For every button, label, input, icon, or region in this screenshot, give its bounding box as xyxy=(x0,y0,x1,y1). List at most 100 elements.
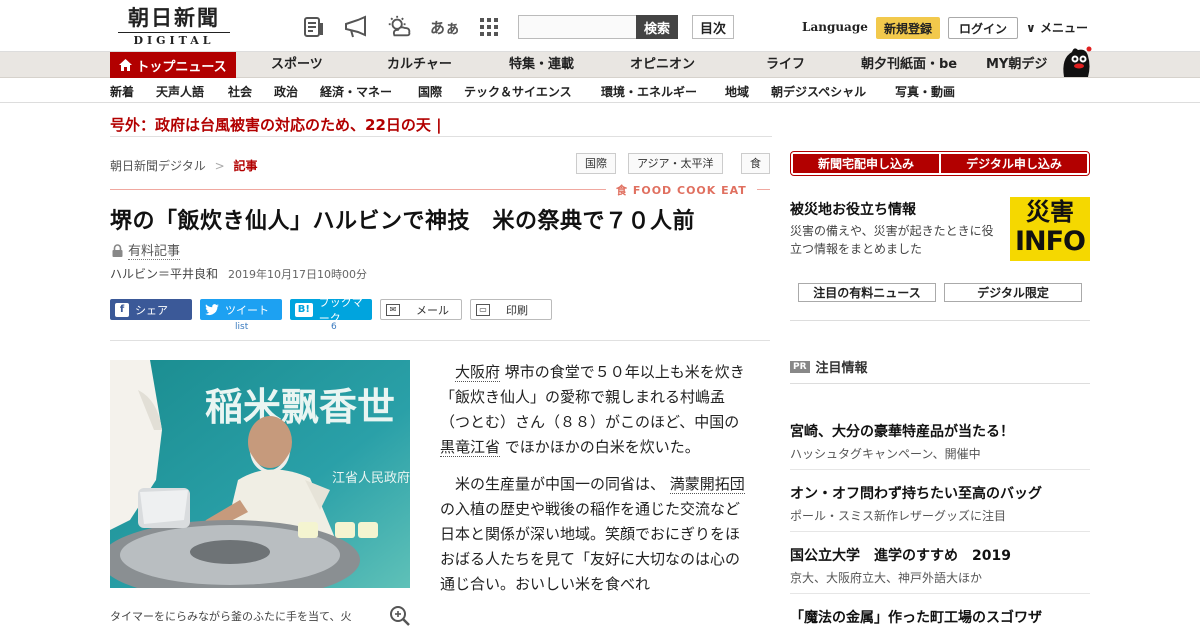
nav-item-life[interactable]: ライフ xyxy=(766,52,805,78)
divider xyxy=(110,340,770,341)
pr-item-subtitle: ポール・スミス新作レザーグッズに注目 xyxy=(790,509,1007,523)
chevron-down-icon: ∨ xyxy=(1026,21,1036,35)
subnav-item-tenseijingo[interactable]: 天声人語 xyxy=(156,83,204,100)
lock-icon xyxy=(112,243,123,257)
register-button[interactable]: 新規登録 xyxy=(876,17,940,39)
hatena-icon: B! xyxy=(295,302,313,317)
facebook-share-button[interactable]: f シェア xyxy=(110,299,192,320)
mail-icon: ✉ xyxy=(386,303,400,316)
kana-size-icon[interactable]: あぁ xyxy=(430,14,460,40)
pr-section-heading: PR 注目情報 xyxy=(790,357,868,376)
tag-asia-pacific[interactable]: アジア・太平洋 xyxy=(628,153,723,174)
divider xyxy=(110,136,772,137)
home-icon xyxy=(119,59,133,71)
subnav-item-region[interactable]: 地域 xyxy=(725,83,749,100)
divider xyxy=(790,383,1090,384)
pr-item-title: 宮崎、大分の豪華特産品が当たる！ xyxy=(790,424,1014,440)
subnav-item-tech[interactable]: テック＆サイエンス xyxy=(464,83,572,100)
mail-share-button[interactable]: ✉ メール xyxy=(380,299,462,320)
subnav-item-photo[interactable]: 写真・動画 xyxy=(895,83,955,100)
photo-banner-text: 稲米飘香世 xyxy=(205,384,395,429)
nav-item-sports[interactable]: スポーツ xyxy=(271,52,323,78)
pr-item[interactable]: 宮崎、大分の豪華特産品が当たる！ ハッシュタグキャンペーン、開催中 xyxy=(790,421,1090,462)
subnav-item-environment[interactable]: 環境・エネルギー xyxy=(601,83,697,100)
disaster-info-title[interactable]: 被災地お役立ち情報 xyxy=(790,199,916,219)
author: ハルビン＝平井良和 xyxy=(110,267,219,281)
menu-label: メニュー xyxy=(1039,21,1088,35)
nav-item-opinion[interactable]: オピニオン xyxy=(630,52,695,78)
subnav-item-special[interactable]: 朝デジスペシャル xyxy=(771,83,866,100)
byline: ハルビン＝平井良和 2019年10月17日10時00分 xyxy=(110,265,367,282)
menu-button[interactable]: ∨ メニュー xyxy=(1026,19,1088,36)
twitter-count[interactable]: list xyxy=(235,322,248,332)
megaphone-icon[interactable] xyxy=(343,14,369,40)
digital-limited-button[interactable]: デジタル限定 xyxy=(944,283,1082,302)
paid-news-button[interactable]: 注目の有料ニュース xyxy=(798,283,936,302)
keyword-link-heilongjiang[interactable]: 黒竜江省 xyxy=(440,438,501,457)
breadcrumb-separator: > xyxy=(214,159,225,173)
nav-item-my[interactable]: MY朝デジ xyxy=(986,52,1047,78)
newspaper-delivery-button[interactable]: 新聞宅配申し込み xyxy=(793,154,939,173)
login-button[interactable]: ログイン xyxy=(948,17,1018,39)
nav-item-features[interactable]: 特集・連載 xyxy=(509,52,574,78)
breadcrumb: 朝日新聞デジタル > 記事 xyxy=(110,157,258,174)
site-logo[interactable]: 朝日新聞 DIGITAL xyxy=(118,6,230,48)
disaster-info-badge[interactable]: 災害 INFO xyxy=(1010,197,1090,261)
tag-food[interactable]: 食 xyxy=(741,153,770,174)
print-label: 印刷 xyxy=(506,303,528,317)
divider xyxy=(790,531,1090,532)
breaking-news-ticker[interactable]: 号外：政府は台風被害の対応のため、22日の天 | xyxy=(110,114,442,135)
zoom-in-icon[interactable] xyxy=(389,605,411,627)
print-icon: ▭ xyxy=(476,303,490,316)
divider xyxy=(790,320,1090,321)
pr-item[interactable]: 国公立大学 進学のすすめ 2019 京大、大阪府立大、神戸外語大ほか xyxy=(790,545,1090,586)
print-button[interactable]: ▭ 印刷 xyxy=(470,299,552,320)
paragraph: 米の生産量が中国一の同省は、 満蒙開拓団 の入植の歴史や戦後の稲作を通じた交流な… xyxy=(440,472,752,597)
paragraph-text: でほかほかの白米を炊いた。 xyxy=(500,438,700,456)
pr-icon: PR xyxy=(790,360,810,373)
facebook-share-label: シェア xyxy=(135,303,168,317)
pr-item[interactable]: 「魔法の金属」作った町工場のスゴワザ xyxy=(790,607,1090,627)
language-link[interactable]: Language xyxy=(802,20,868,34)
pr-item-title: 「魔法の金属」作った町工場のスゴワザ xyxy=(790,610,1042,626)
divider xyxy=(790,593,1090,594)
breadcrumb-root[interactable]: 朝日新聞デジタル xyxy=(110,159,206,173)
nav-item-paper[interactable]: 朝夕刊紙面・be xyxy=(861,52,957,78)
article-photo[interactable]: 稲米飘香世 江省人民政府 xyxy=(110,360,410,588)
twitter-share-label: ツイート xyxy=(225,303,269,317)
search-input[interactable] xyxy=(518,15,638,39)
subnav-item-society[interactable]: 社会 xyxy=(228,83,252,100)
pr-item[interactable]: オン・オフ問わず持ちたい至高のバッグ ポール・スミス新作レザーグッズに注目 xyxy=(790,483,1090,524)
mascot-icon[interactable] xyxy=(1058,44,1092,78)
paid-article-label[interactable]: 有料記事 xyxy=(112,240,181,260)
nav-item-culture[interactable]: カルチャー xyxy=(387,52,452,78)
grid-menu-icon[interactable] xyxy=(476,14,502,40)
subnav-item-international[interactable]: 国際 xyxy=(418,83,442,100)
pr-item-subtitle: ハッシュタグキャンペーン、開催中 xyxy=(790,447,981,461)
hatena-bookmark-label: ブックマーク xyxy=(318,295,363,325)
paragraph-text: 米の生産量が中国一の同省は、 xyxy=(455,475,670,493)
search-button[interactable]: 検索 xyxy=(636,15,678,39)
logo-title: 朝日新聞 xyxy=(128,5,220,30)
site-header: 朝日新聞 DIGITAL あぁ 検索 目次 Language 新規登録 ログイン… xyxy=(0,0,1200,52)
subnav-item-politics[interactable]: 政治 xyxy=(274,83,298,100)
divider xyxy=(790,469,1090,470)
digital-subscribe-button[interactable]: デジタル申し込み xyxy=(941,154,1087,173)
tag-international[interactable]: 国際 xyxy=(576,153,616,174)
paid-label-text: 有料記事 xyxy=(128,240,181,260)
badge-line2: INFO xyxy=(1014,226,1086,257)
hatena-bookmark-button[interactable]: B! ブックマーク xyxy=(290,296,372,325)
nav-item-top-news[interactable]: トップニュース xyxy=(110,52,236,78)
food-section-label[interactable]: 食 FOOD COOK EAT xyxy=(606,182,757,198)
keyword-link-manmo[interactable]: 満蒙開拓団 xyxy=(669,475,745,494)
subnav-item-economy[interactable]: 経済・マネー xyxy=(320,83,392,100)
hatena-count[interactable]: 6 xyxy=(331,322,337,332)
weather-icon[interactable] xyxy=(386,14,412,40)
keyword-link-osaka[interactable]: 大阪府 xyxy=(455,363,501,382)
badge-line1: 災害 xyxy=(1026,198,1074,226)
news-paper-icon[interactable] xyxy=(301,14,327,40)
twitter-share-button[interactable]: ツイート xyxy=(200,299,282,320)
subnav-item-latest[interactable]: 新着 xyxy=(110,83,134,100)
pr-heading-text: 注目情報 xyxy=(815,361,868,376)
toc-button[interactable]: 目次 xyxy=(692,15,734,39)
